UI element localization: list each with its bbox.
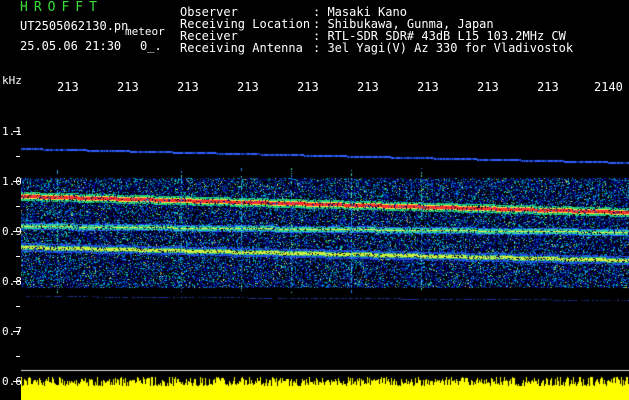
- index-label: 0_.: [140, 39, 162, 53]
- time-tick-3: 213: [177, 80, 199, 94]
- freq-tick-minor: [16, 206, 20, 207]
- freq-tick: [13, 231, 20, 232]
- freq-tick-minor: [16, 356, 20, 357]
- freq-tick: [13, 131, 20, 132]
- header-panel: HROFFT UT2505062130.pn meteor 25.05.06 2…: [0, 0, 629, 78]
- time-tick-10: 2140: [594, 80, 623, 94]
- brand-title: HROFFT: [20, 0, 103, 15]
- time-tick-2: 213: [117, 80, 139, 94]
- time-tick-1: 213: [57, 80, 79, 94]
- freq-tick-minor: [16, 306, 20, 307]
- spectrogram-plot: [21, 98, 629, 400]
- antenna-label: Receiving Antenna: [180, 41, 303, 55]
- time-tick-9: 213: [537, 80, 559, 94]
- datetime: 25.05.06 21:30: [20, 39, 122, 53]
- filename: UT2505062130.pn: [20, 19, 129, 33]
- time-tick-5: 213: [297, 80, 319, 94]
- freq-unit-label: kHz: [2, 74, 22, 87]
- time-tick-6: 213: [357, 80, 379, 94]
- freq-tick: [13, 381, 20, 382]
- time-tick-4: 213: [237, 80, 259, 94]
- time-tick-7: 213: [417, 80, 439, 94]
- time-tick-8: 213: [477, 80, 499, 94]
- freq-tick: [13, 331, 20, 332]
- antenna-value: : 3el Yagi(V) Az 330 for Vladivostok: [313, 41, 574, 55]
- filename-tag: meteor: [125, 25, 165, 38]
- freq-tick: [13, 181, 20, 182]
- freq-tick-minor: [16, 256, 20, 257]
- freq-tick-minor: [16, 156, 20, 157]
- freq-tick: [13, 281, 20, 282]
- spectrogram-canvas: [21, 98, 629, 400]
